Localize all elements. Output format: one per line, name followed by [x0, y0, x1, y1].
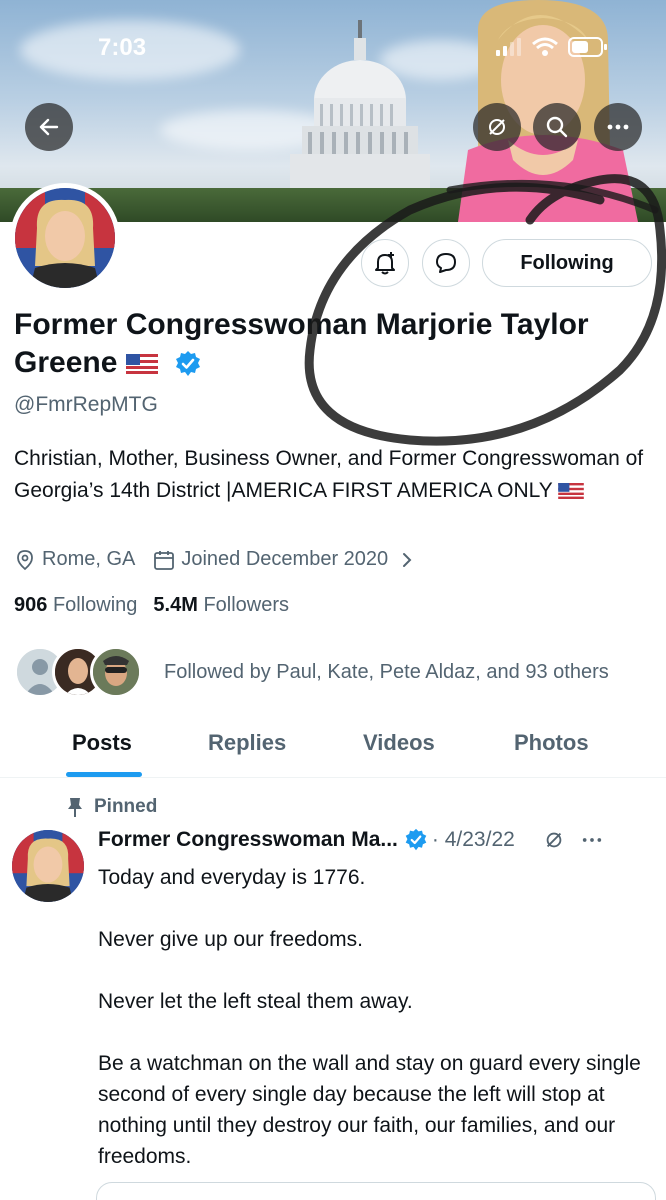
notifications-button[interactable] [361, 239, 409, 287]
joined-date[interactable]: Joined December 2020 [153, 548, 414, 571]
bio-text: Christian, Mother, Business Owner, and F… [14, 447, 644, 502]
back-button[interactable] [25, 103, 73, 151]
us-flag-icon [125, 354, 158, 375]
post-paragraph: Today and everyday is 1776. [98, 866, 366, 889]
post-media-card[interactable] [96, 1182, 656, 1200]
grok-icon[interactable] [543, 829, 565, 851]
profile-name: Former Congresswoman Marjorie Taylor Gre… [14, 306, 614, 382]
location-pin-icon [17, 549, 33, 570]
avatar-image [15, 188, 115, 288]
status-time: 7:03 [98, 34, 147, 61]
us-flag-icon [558, 483, 585, 500]
search-button[interactable] [533, 103, 581, 151]
post-date[interactable]: · 4/23/22 [432, 828, 515, 852]
follower-photo-image [93, 649, 139, 695]
pin-icon [68, 798, 82, 817]
pinned-label: Pinned [66, 796, 157, 818]
post-paragraph: Never give up our freedoms. [98, 928, 363, 951]
signal-icon [496, 38, 521, 56]
message-button[interactable] [422, 239, 470, 287]
active-tab-indicator [66, 772, 142, 777]
followers-count: 5.4M [153, 594, 198, 616]
avatar-image [12, 830, 84, 902]
message-icon [436, 253, 456, 273]
pinned-text: Pinned [94, 796, 158, 817]
profile-bio: Christian, Mother, Business Owner, and F… [14, 443, 654, 507]
chevron-right-icon [403, 552, 412, 567]
calendar-icon [154, 550, 175, 570]
more-icon[interactable] [581, 836, 603, 844]
status-icons [496, 36, 608, 58]
more-icon [607, 124, 629, 130]
location-text: Rome, GA [42, 548, 136, 570]
post-paragraph: Be a watchman on the wall and stay on gu… [98, 1052, 641, 1168]
follow-counts: 906 Following 5.4M Followers [14, 594, 289, 617]
profile-tabs: Posts Replies Videos Photos [0, 712, 666, 778]
joined-text: Joined December 2020 [181, 548, 389, 570]
tab-replies[interactable]: Replies [208, 730, 286, 756]
tab-videos[interactable]: Videos [363, 730, 435, 756]
profile-avatar[interactable] [10, 183, 120, 293]
followers-count-link[interactable]: 5.4M Followers [153, 594, 289, 617]
tab-posts[interactable]: Posts [72, 730, 132, 756]
followed-by-text: Followed by Paul, Kate, Pete Aldaz, and … [164, 660, 609, 683]
tab-photos[interactable]: Photos [514, 730, 589, 756]
following-count-link[interactable]: 906 Following [14, 594, 137, 617]
post-text: Today and everyday is 1776. Never give u… [98, 862, 654, 1200]
followers-label: Followers [203, 594, 290, 616]
following-count: 906 [14, 594, 48, 616]
following-label: Following [52, 594, 138, 616]
more-button[interactable] [594, 103, 642, 151]
verified-badge-icon[interactable] [174, 350, 202, 378]
following-button[interactable]: Following [482, 239, 652, 287]
followed-by[interactable]: Followed by Paul, Kate, Pete Aldaz, and … [14, 646, 609, 698]
location: Rome, GA [14, 548, 135, 571]
profile-meta: Rome, GA Joined December 2020 [14, 548, 432, 571]
bell-plus-icon [375, 252, 395, 275]
wifi-icon [532, 37, 558, 56]
post-author-avatar[interactable] [12, 830, 84, 902]
battery-icon [568, 37, 607, 57]
profile-handle: @FmrRepMTG [14, 393, 158, 416]
search-icon [546, 116, 568, 138]
grok-button[interactable] [473, 103, 521, 151]
post-header: Former Congresswoman Ma... · 4/23/22 [98, 828, 603, 852]
verified-badge-icon [405, 828, 427, 851]
profile-name-text: Former Congresswoman Marjorie Taylor Gre… [14, 308, 589, 379]
arrow-left-icon [39, 118, 59, 136]
post-paragraph: Never let the left steal them away. [98, 990, 413, 1013]
post-author-name[interactable]: Former Congresswoman Ma... [98, 828, 398, 852]
follower-avatar [90, 646, 142, 698]
grok-icon [489, 119, 505, 135]
